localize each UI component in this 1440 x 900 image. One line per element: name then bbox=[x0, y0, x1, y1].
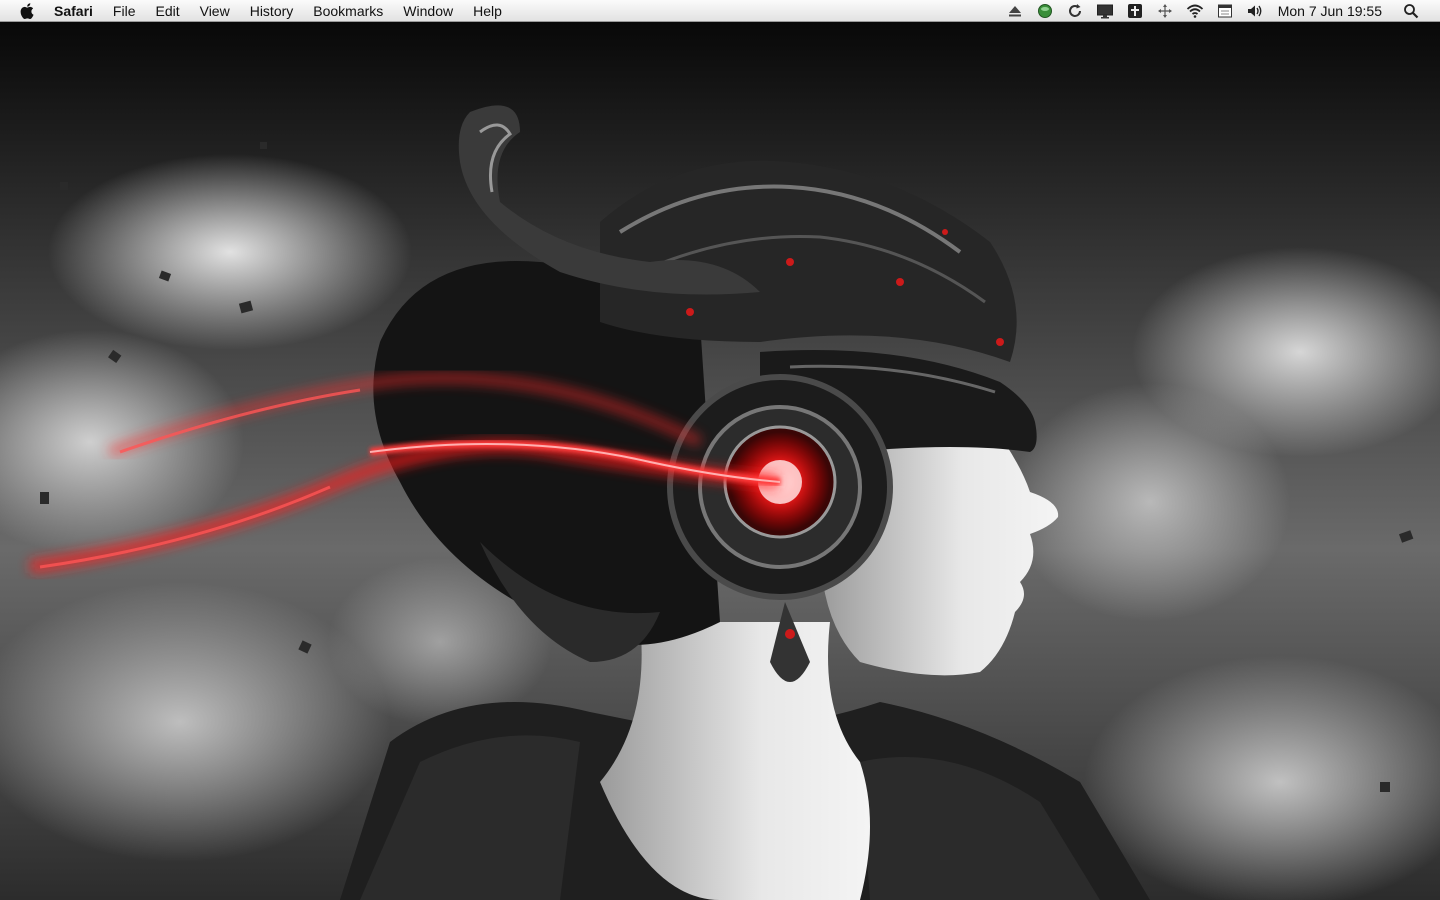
menu-app-safari[interactable]: Safari bbox=[54, 0, 103, 22]
display-icon[interactable] bbox=[1096, 3, 1114, 19]
menu-clock[interactable]: Mon 7 Jun 19:55 bbox=[1270, 3, 1396, 19]
spotlight-search-icon[interactable] bbox=[1402, 3, 1420, 19]
menu-history[interactable]: History bbox=[240, 0, 304, 22]
eject-icon[interactable] bbox=[1006, 3, 1024, 19]
menu-edit[interactable]: Edit bbox=[145, 0, 189, 22]
menu-view[interactable]: View bbox=[190, 0, 240, 22]
sync-icon[interactable] bbox=[1066, 3, 1084, 19]
menu-bookmarks[interactable]: Bookmarks bbox=[303, 0, 393, 22]
wallpaper-art bbox=[28, 105, 1414, 900]
menu-extras: Mon 7 Jun 19:55 bbox=[1000, 0, 1440, 21]
menu-help[interactable]: Help bbox=[463, 0, 512, 22]
wifi-icon[interactable] bbox=[1186, 3, 1204, 19]
menu-left: Safari File Edit View History Bookmarks … bbox=[0, 0, 512, 21]
app-status-icon[interactable] bbox=[1126, 3, 1144, 19]
desktop-wallpaper bbox=[0, 22, 1440, 900]
calendar-icon[interactable] bbox=[1216, 3, 1234, 19]
apple-logo-icon[interactable] bbox=[19, 2, 35, 19]
green-circle-icon[interactable] bbox=[1036, 3, 1054, 19]
move-arrows-icon[interactable] bbox=[1156, 3, 1174, 19]
menu-window[interactable]: Window bbox=[393, 0, 463, 22]
volume-icon[interactable] bbox=[1246, 3, 1264, 19]
menu-file[interactable]: File bbox=[103, 0, 146, 22]
menu-bar: Safari File Edit View History Bookmarks … bbox=[0, 0, 1440, 22]
